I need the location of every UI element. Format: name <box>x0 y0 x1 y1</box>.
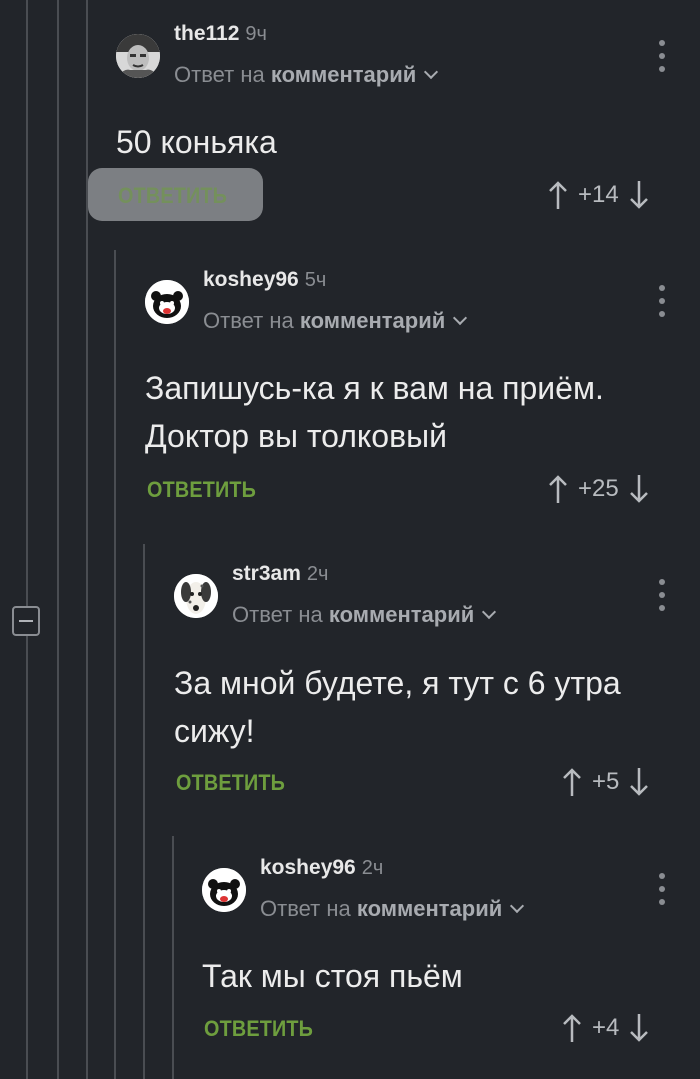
comment-score: +14 <box>578 181 619 208</box>
comment-time: 5ч <box>304 269 327 291</box>
arrow-up-icon[interactable] <box>562 1012 582 1044</box>
comment: koshey96 2ч Ответ на комментарий Так мы с… <box>202 856 686 1006</box>
thread-line <box>26 636 28 1079</box>
avatar[interactable] <box>202 868 246 912</box>
user-avatar-icon <box>174 574 218 618</box>
thread-line <box>57 0 59 1079</box>
vote-controls: +14 <box>548 177 649 213</box>
reply-button[interactable]: ОТВЕТИТЬ <box>204 1016 313 1042</box>
thread-line <box>26 0 28 606</box>
arrow-up-icon[interactable] <box>548 473 568 505</box>
arrow-up-icon[interactable] <box>548 179 568 211</box>
comment-score: +25 <box>578 475 619 502</box>
more-vertical-icon[interactable] <box>652 873 672 905</box>
comment-time: 9ч <box>245 23 267 45</box>
reply-to-link[interactable]: Ответ на комментарий <box>232 602 497 628</box>
avatar[interactable] <box>145 280 189 324</box>
user-avatar-icon <box>145 280 189 324</box>
username[interactable]: koshey96 2ч <box>260 856 383 880</box>
thread-line <box>172 836 174 1079</box>
comment-text: Запишусь-ка я к вам на приём. Доктор вы т… <box>145 370 604 454</box>
thread-line <box>143 544 145 1079</box>
comment: str3am 2ч Ответ на комментарий За мной бу… <box>174 562 686 762</box>
comment: koshey96 5ч Ответ на комментарий Запишусь… <box>145 268 685 468</box>
more-vertical-icon[interactable] <box>652 579 672 611</box>
avatar[interactable] <box>174 574 218 618</box>
vote-controls: +4 <box>562 1010 649 1046</box>
comment-text: За мной будете, я тут с 6 утра сижу! <box>174 665 621 749</box>
collapse-thread-icon[interactable] <box>12 606 40 636</box>
arrow-down-icon[interactable] <box>629 1012 649 1044</box>
reply-button[interactable]: ОТВЕТИТЬ <box>147 477 256 503</box>
chevron-down-icon <box>424 64 439 80</box>
username[interactable]: koshey96 5ч <box>203 268 326 292</box>
reply-button[interactable]: ОТВЕТИТЬ <box>118 183 227 209</box>
user-avatar-icon <box>116 34 160 78</box>
chevron-down-icon <box>482 604 497 620</box>
reply-to-link[interactable]: Ответ на комментарий <box>174 62 439 88</box>
vote-controls: +25 <box>548 471 649 507</box>
vote-controls: +5 <box>562 764 649 800</box>
arrow-down-icon[interactable] <box>629 179 649 211</box>
arrow-up-icon[interactable] <box>562 766 582 798</box>
comment-score: +4 <box>592 1014 620 1041</box>
more-vertical-icon[interactable] <box>652 40 672 72</box>
username[interactable]: str3am 2ч <box>232 562 328 586</box>
thread-line <box>114 250 116 1079</box>
reply-to-link[interactable]: Ответ на комментарий <box>203 308 468 334</box>
username[interactable]: the112 9ч <box>174 22 267 46</box>
comment-time: 2ч <box>361 857 384 879</box>
comment-score: +5 <box>592 768 620 795</box>
reply-button[interactable]: ОТВЕТИТЬ <box>176 770 285 796</box>
avatar[interactable] <box>116 34 160 78</box>
chevron-down-icon <box>510 898 525 914</box>
thread-line <box>86 0 88 1079</box>
comment-time: 2ч <box>306 563 329 585</box>
comment-text: Так мы стоя пьём <box>202 958 463 994</box>
reply-to-link[interactable]: Ответ на комментарий <box>260 896 525 922</box>
comment-text: 50 коньяка <box>116 124 277 160</box>
user-avatar-icon <box>202 868 246 912</box>
chevron-down-icon <box>453 310 468 326</box>
arrow-down-icon[interactable] <box>629 766 649 798</box>
more-vertical-icon[interactable] <box>652 285 672 317</box>
arrow-down-icon[interactable] <box>629 473 649 505</box>
